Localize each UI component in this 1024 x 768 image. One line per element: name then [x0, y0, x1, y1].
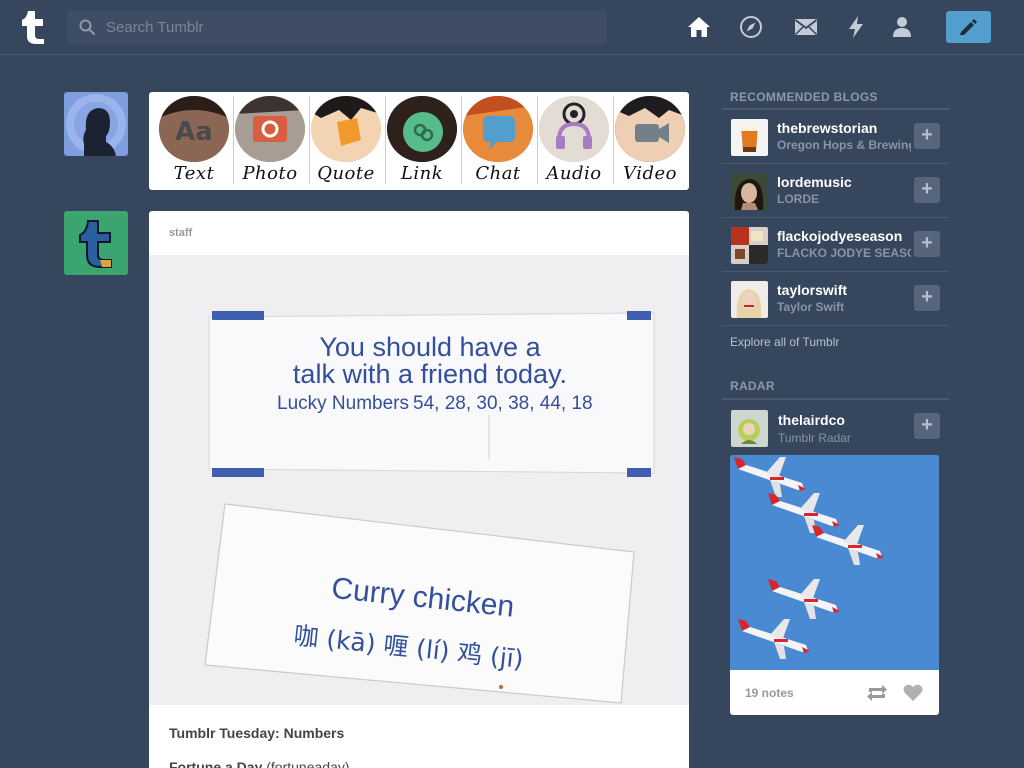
post-type-link[interactable]: Link [385, 96, 459, 186]
post-body: Fortune a Day (fortuneaday) [169, 759, 350, 768]
blog-avatar[interactable] [731, 227, 768, 264]
blog-avatar[interactable] [731, 173, 768, 210]
post-title: Tumblr Tuesday: Numbers [169, 725, 345, 741]
account-icon[interactable] [890, 15, 914, 39]
explore-link[interactable]: Explore all of Tumblr [730, 335, 839, 349]
camera-icon [235, 96, 305, 162]
pencil-icon [960, 19, 977, 35]
recommended-blog-item[interactable]: thebrewstorian Oregon Hops & Brewing + [722, 110, 949, 164]
inbox-icon[interactable] [794, 15, 818, 39]
search-field[interactable]: Search Tumblr [67, 10, 607, 44]
blog-name[interactable]: flackojodyeseason [777, 228, 911, 244]
notes-count[interactable]: 19 notes [745, 686, 794, 700]
svg-text:Aa: Aa [175, 117, 213, 147]
explore-icon[interactable] [739, 15, 763, 39]
tumblr-logo-icon[interactable] [16, 8, 50, 46]
blog-subtitle: Oregon Hops & Brewing [777, 138, 911, 152]
top-bar: Search Tumblr [0, 0, 1024, 55]
post-type-text[interactable]: Aa Text [157, 96, 231, 186]
follow-button[interactable]: + [914, 285, 940, 311]
radar-subtitle: Tumblr Radar [778, 431, 851, 445]
recommended-blog-item[interactable]: flackojodyeseason FLACKO JODYE SEASON + [722, 218, 949, 272]
reblog-icon[interactable] [866, 684, 888, 702]
post-type-audio[interactable]: Audio [537, 96, 611, 186]
blog-subtitle: LORDE [777, 192, 819, 206]
post-body-link[interactable]: Fortune a Day [169, 759, 262, 768]
follow-button[interactable]: + [914, 413, 940, 439]
section-divider [722, 398, 949, 400]
blog-name[interactable]: lordemusic [777, 174, 911, 190]
post-type-quote[interactable]: Quote [309, 96, 383, 186]
headphones-icon [539, 96, 609, 162]
dashboard-post: staff You should have a talk with a frie… [149, 211, 689, 768]
lucky-numbers: 54, 28, 30, 38, 44, 18 [413, 393, 593, 414]
post-type-photo[interactable]: Photo [233, 96, 307, 186]
recommended-title: RECOMMENDED BLOGS [730, 90, 878, 104]
blog-subtitle: Taylor Swift [777, 300, 845, 314]
search-icon [79, 19, 95, 35]
home-icon[interactable] [687, 15, 711, 39]
post-body-tail: (fortuneaday) [262, 759, 350, 768]
blog-subtitle: FLACKO JODYE SEASON [777, 246, 911, 260]
blog-name[interactable]: taylorswift [777, 282, 911, 298]
post-type-bar: Aa Text Photo Quote Link Chat Audio Vide… [149, 92, 689, 190]
staff-avatar[interactable] [64, 211, 128, 275]
recommended-blog-item[interactable]: lordemusic LORDE + [722, 164, 949, 218]
radar-title: RADAR [730, 379, 775, 393]
follow-button[interactable]: + [914, 231, 940, 257]
text-icon: Aa [159, 96, 229, 162]
recommended-blog-item[interactable]: taylorswift Taylor Swift + [722, 272, 949, 326]
blog-avatar[interactable] [731, 281, 768, 318]
heart-icon[interactable] [903, 683, 923, 702]
radar-blog-name[interactable]: thelairdco [778, 412, 912, 428]
radar-photo[interactable] [730, 455, 939, 670]
blog-name[interactable]: thebrewstorian [777, 120, 911, 136]
search-input[interactable]: Search Tumblr [106, 19, 204, 36]
link-icon [387, 96, 457, 162]
compose-button[interactable] [946, 11, 991, 43]
fortune-line-2: talk with a friend today. [293, 359, 567, 389]
user-avatar[interactable] [64, 92, 128, 156]
blog-avatar[interactable] [731, 410, 768, 447]
lucky-numbers-label: Lucky Numbers [277, 393, 409, 414]
quote-icon [311, 96, 381, 162]
activity-icon[interactable] [844, 15, 868, 39]
radar-post: 19 notes [730, 455, 939, 715]
post-type-video[interactable]: Video [613, 96, 687, 186]
post-photo[interactable]: You should have a talk with a friend tod… [149, 255, 689, 705]
post-author[interactable]: staff [169, 227, 192, 239]
follow-button[interactable]: + [914, 177, 940, 203]
radar-blog-header[interactable]: thelairdco Tumblr Radar + [722, 403, 949, 453]
post-type-chat[interactable]: Chat [461, 96, 535, 186]
blog-avatar[interactable] [731, 119, 768, 156]
fortune-line-1: You should have a [319, 332, 541, 362]
video-camera-icon [615, 96, 685, 162]
chat-icon [463, 96, 533, 162]
follow-button[interactable]: + [914, 123, 940, 149]
